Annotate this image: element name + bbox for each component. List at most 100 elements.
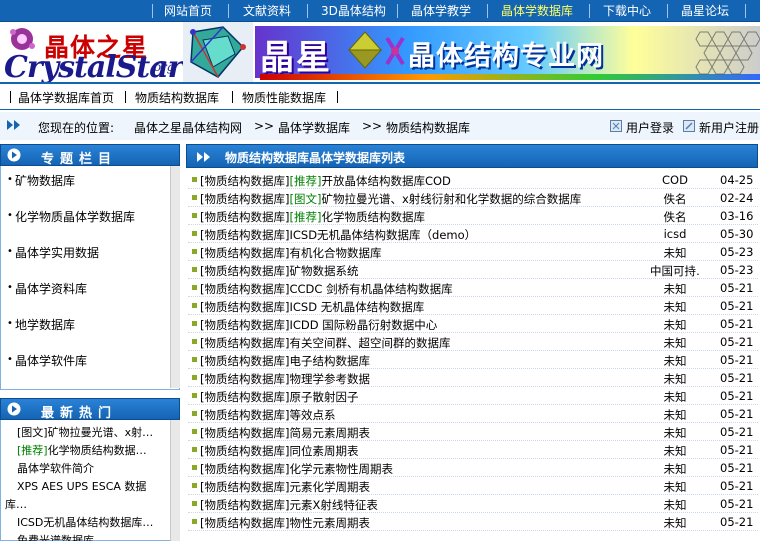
article-title-link[interactable]: [物质结构数据库]ICSD 无机晶体结构数据库	[200, 299, 650, 315]
table-row[interactable]: [物质结构数据库][推荐]开放晶体结构数据库COD COD 04-25	[188, 171, 758, 189]
article-category: [物质结构数据库]	[200, 318, 290, 332]
article-title-link[interactable]: [物质结构数据库]ICSD无机晶体结构数据库（demo）	[200, 227, 650, 243]
category-materials[interactable]: 晶体学资料库	[15, 280, 87, 297]
bullet-icon	[192, 447, 197, 452]
table-row[interactable]: [物质结构数据库]CCDC 剑桥有机晶体结构数据库 未知 05-21	[188, 279, 758, 297]
table-row[interactable]: [物质结构数据库]矿物数据系统中国可持…05-23	[188, 261, 758, 279]
scrollbar[interactable]	[170, 166, 180, 388]
breadcrumb-site[interactable]: 晶体之星晶体结构网	[134, 119, 242, 136]
table-row[interactable]: [物质结构数据库][图文]矿物拉曼光谱、x射线衍射和化学数据的综合数据库 佚名 02…	[188, 189, 758, 207]
article-title-link[interactable]: [物质结构数据库]ICDD 国际粉晶衍射数据中心	[200, 317, 650, 333]
article-date: 05-21	[720, 335, 754, 349]
article-title-link[interactable]: [物质结构数据库]元素X射线特征表	[200, 497, 650, 513]
nav-forum[interactable]: 晶星论坛	[681, 3, 729, 19]
subnav-structure-db[interactable]: 物质结构数据库	[135, 89, 219, 106]
article-title: 化学物质结构数据库	[321, 210, 425, 224]
hot-item-continued[interactable]: 库…	[5, 496, 27, 512]
article-category: [物质结构数据库]	[200, 480, 290, 494]
bullet-icon	[192, 213, 197, 218]
breadcrumb-database[interactable]: 晶体学数据库	[278, 119, 350, 136]
table-row[interactable]: [物质结构数据库]有机化合物数据库 未知 05-23	[188, 243, 758, 261]
subnav-separator	[125, 91, 126, 103]
table-row[interactable]: [物质结构数据库]电子结构数据库 未知 05-21	[188, 351, 758, 369]
article-title-link[interactable]: [物质结构数据库][推荐]化学物质结构数据库	[200, 209, 650, 225]
article-title-link[interactable]: [物质结构数据库]矿物数据系统	[200, 263, 650, 279]
bullet-icon	[192, 285, 197, 290]
table-row[interactable]: [物质结构数据库]简易元素周期表 未知 05-21	[188, 423, 758, 441]
table-row[interactable]: [物质结构数据库]化学元素物性周期表 未知 05-21	[188, 459, 758, 477]
hot-item[interactable]: [推荐]化学物质结构数据…	[17, 442, 147, 458]
article-author: 未知	[663, 318, 687, 332]
article-title: 化学元素物性周期表	[289, 462, 393, 476]
article-title-link[interactable]: [物质结构数据库]原子散射因子	[200, 389, 650, 405]
article-title-link[interactable]: [物质结构数据库]同位素周期表	[200, 443, 650, 459]
article-title: CCDC 剑桥有机晶体结构数据库	[289, 282, 453, 296]
subnav-db-home[interactable]: 晶体学数据库首页	[18, 89, 114, 106]
article-category: [物质结构数据库]	[200, 354, 290, 368]
article-title: 元素X射线特征表	[289, 498, 378, 512]
nav-database[interactable]: 晶体学数据库	[501, 3, 573, 19]
nav-literature[interactable]: 文献资料	[243, 3, 291, 19]
article-title-link[interactable]: [物质结构数据库]物性元素周期表	[200, 515, 650, 531]
article-title-link[interactable]: [物质结构数据库]等效点系	[200, 407, 650, 423]
nav-home[interactable]: 网站首页	[164, 3, 212, 19]
table-row[interactable]: [物质结构数据库]ICSD无机晶体结构数据库（demo） icsd 05-30	[188, 225, 758, 243]
table-row[interactable]: [物质结构数据库]元素化学周期表 未知 05-21	[188, 477, 758, 495]
scrollbar[interactable]	[170, 420, 180, 541]
article-tag: [推荐]	[289, 174, 322, 188]
table-row[interactable]: [物质结构数据库]ICDD 国际粉晶衍射数据中心 未知 05-21	[188, 315, 758, 333]
table-row[interactable]: [物质结构数据库]有关空间群、超空间群的数据库 未知 05-21	[188, 333, 758, 351]
article-title-link[interactable]: [物质结构数据库]元素化学周期表	[200, 479, 650, 495]
table-row[interactable]: [物质结构数据库]等效点系 未知 05-21	[188, 405, 758, 423]
article-title: 同位素周期表	[289, 444, 359, 458]
article-category: [物质结构数据库]	[200, 336, 290, 350]
login-link[interactable]: 用户登录	[626, 119, 674, 136]
hot-item[interactable]: 免费光谱数据库	[17, 532, 94, 541]
nav-3d-structure[interactable]: 3D晶体结构	[321, 3, 386, 19]
article-date: 02-24	[720, 191, 754, 205]
bullet-icon	[192, 393, 197, 398]
hot-item[interactable]: [图文]矿物拉曼光谱、x射…	[17, 424, 153, 440]
hot-item-tag: [图文]	[17, 426, 48, 439]
article-title-link[interactable]: [物质结构数据库][图文]矿物拉曼光谱、x射线衍射和化学数据的综合数据库	[200, 191, 650, 207]
article-author: 未知	[663, 480, 687, 494]
article-date: 05-21	[720, 515, 754, 529]
article-title-link[interactable]: [物质结构数据库]简易元素周期表	[200, 425, 650, 441]
hot-item[interactable]: ICSD无机晶体结构数据库…	[17, 514, 153, 530]
category-software[interactable]: 晶体学软件库	[15, 352, 87, 369]
article-title-link[interactable]: [物质结构数据库][推荐]开放晶体结构数据库COD	[200, 173, 650, 189]
category-minerals[interactable]: 矿物数据库	[15, 172, 75, 189]
article-title-link[interactable]: [物质结构数据库]有关空间群、超空间群的数据库	[200, 335, 650, 351]
article-title-link[interactable]: [物质结构数据库]电子结构数据库	[200, 353, 650, 369]
breadcrumb-separator: >>	[362, 119, 383, 133]
subnav-property-db[interactable]: 物质性能数据库	[242, 89, 326, 106]
table-row[interactable]: [物质结构数据库]同位素周期表 未知 05-21	[188, 441, 758, 459]
article-title-link[interactable]: [物质结构数据库]化学元素物性周期表	[200, 461, 650, 477]
nav-teaching[interactable]: 晶体学教学	[411, 3, 471, 19]
table-row[interactable]: [物质结构数据库]原子散射因子 未知 05-21	[188, 387, 758, 405]
nav-separator	[487, 4, 488, 18]
hot-item[interactable]: XPS AES UPS ESCA 数据	[17, 478, 146, 494]
article-title-link[interactable]: [物质结构数据库]有机化合物数据库	[200, 245, 650, 261]
article-date: 05-21	[720, 317, 754, 331]
bullet-icon	[192, 411, 197, 416]
article-date: 04-25	[720, 173, 754, 187]
table-row[interactable]: [物质结构数据库]物理学参考数据 未知 05-21	[188, 369, 758, 387]
table-row[interactable]: [物质结构数据库]物性元素周期表 未知 05-21	[188, 513, 758, 531]
hot-item[interactable]: 晶体学软件简介	[17, 460, 94, 476]
article-tag: [图文]	[289, 192, 322, 206]
nav-download[interactable]: 下载中心	[603, 3, 651, 19]
nav-separator	[307, 4, 308, 18]
table-row[interactable]: [物质结构数据库][推荐]化学物质结构数据库 佚名 03-16	[188, 207, 758, 225]
table-row[interactable]: [物质结构数据库]ICSD 无机晶体结构数据库 未知 05-21	[188, 297, 758, 315]
category-chemical-crystal[interactable]: 化学物质晶体学数据库	[15, 208, 135, 225]
table-row[interactable]: [物质结构数据库]元素X射线特征表 未知 05-21	[188, 495, 758, 513]
category-practical-data[interactable]: 晶体学实用数据	[15, 244, 99, 261]
category-geoscience[interactable]: 地学数据库	[15, 316, 75, 333]
article-title: ICSD 无机晶体结构数据库	[289, 300, 425, 314]
article-title-link[interactable]: [物质结构数据库]物理学参考数据	[200, 371, 650, 387]
article-author: 未知	[663, 354, 687, 368]
article-title-link[interactable]: [物质结构数据库]CCDC 剑桥有机晶体结构数据库	[200, 281, 650, 297]
register-link[interactable]: 新用户注册	[699, 119, 759, 136]
article-date: 05-30	[720, 227, 754, 241]
